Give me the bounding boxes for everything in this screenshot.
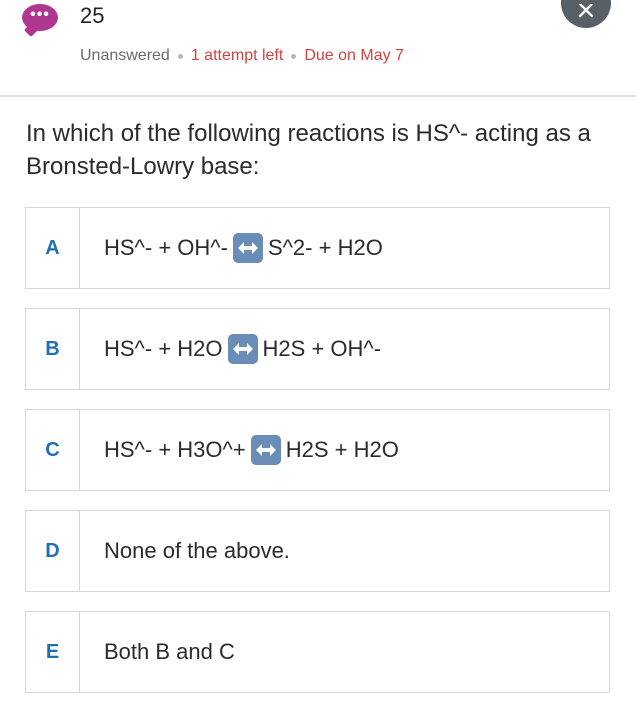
option-letter: D (26, 511, 80, 591)
products: S^2- + H2O (267, 235, 383, 260)
option-text: None of the above. (104, 538, 290, 563)
status-text: Unanswered (80, 47, 170, 64)
question-text: In which of the following reactions is H… (26, 120, 591, 180)
reactants: HS^- + OH^- (104, 235, 228, 260)
question-status-line: Unanswered 1 attempt left Due on May 7 (80, 47, 404, 65)
option-a[interactable]: A HS^- + OH^- S^2- + H2O (25, 207, 610, 289)
answer-options: A HS^- + OH^- S^2- + H2O B HS^- + H2O H2… (25, 207, 610, 712)
option-letter: E (26, 612, 80, 692)
due-date: Due on May 7 (304, 47, 404, 64)
option-c[interactable]: C HS^- + H3O^+ H2S + H2O (25, 409, 610, 491)
option-text: Both B and C (104, 639, 235, 664)
separator-dot (291, 53, 297, 59)
question-number: 25 (80, 3, 105, 28)
chat-bubble-dots: ••• (30, 5, 50, 23)
option-text: HS^- + H2O H2S + OH^- (80, 309, 381, 389)
close-button[interactable] (561, 0, 611, 28)
question-header: ••• 25 Unanswered 1 attempt left Due on … (0, 0, 636, 97)
option-text: HS^- + OH^- S^2- + H2O (80, 208, 383, 288)
option-letter: C (26, 410, 80, 490)
option-d[interactable]: D None of the above. (25, 510, 610, 592)
left-right-arrow-icon (250, 435, 281, 465)
option-b[interactable]: B HS^- + H2O H2S + OH^- (25, 308, 610, 390)
option-letter: A (26, 208, 80, 288)
attempts-left: 1 attempt left (190, 47, 284, 64)
reactants: HS^- + H3O^+ (104, 437, 246, 462)
option-text: HS^- + H3O^+ H2S + H2O (80, 410, 399, 490)
chat-bubble-icon[interactable]: ••• (22, 4, 58, 31)
reactants: HS^- + H2O (104, 336, 223, 361)
close-icon (578, 4, 594, 18)
separator-dot (177, 53, 183, 59)
left-right-arrow-icon (227, 334, 258, 364)
products: H2S + H2O (285, 437, 399, 462)
option-e[interactable]: E Both B and C (25, 611, 610, 693)
products: H2S + OH^- (262, 336, 382, 361)
option-letter: B (26, 309, 80, 389)
left-right-arrow-icon (232, 233, 263, 263)
